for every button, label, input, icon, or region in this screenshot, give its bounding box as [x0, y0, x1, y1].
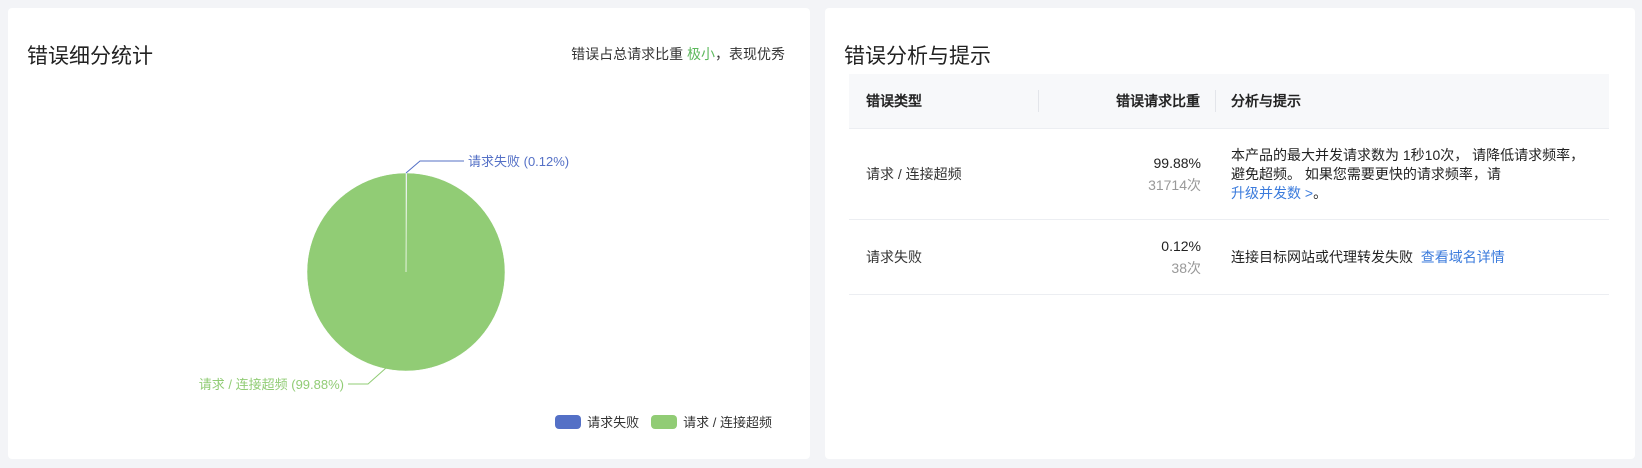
legend-label: 请求失败: [587, 415, 640, 430]
legend-swatch-rate-limit: [651, 414, 678, 429]
pie-label-rate-limit: 请求 / 连接超频 (99.88%): [199, 377, 344, 392]
legend-swatch-request-failed: [555, 414, 582, 429]
cell-analysis: 本产品的最大并发请求数为 1秒10次， 请降低请求频率，避免超频。 如果您需要更…: [1216, 129, 1609, 219]
legend-item-request-failed[interactable]: 请求失败: [555, 412, 639, 431]
pie-label-request-failed: 请求失败 (0.12%): [468, 154, 569, 169]
error-analysis-panel: 错误分析与提示 错误类型 错误请求比重 分析与提示 请求 / 连接超频 99.8…: [825, 8, 1635, 459]
table-header: 错误类型 错误请求比重 分析与提示: [849, 74, 1609, 129]
count-value: 31714次: [1148, 177, 1201, 193]
header-error-type: 错误类型: [849, 90, 1039, 112]
error-breakdown-panel: 错误细分统计 错误占总请求比重 极小，表现优秀 请求失败 (0.12%) 请求 /…: [8, 8, 810, 459]
table-row: 请求失败 0.12% 38次 连接目标网站或代理转发失败 查看域名详情: [849, 220, 1609, 295]
cell-analysis: 连接目标网站或代理转发失败 查看域名详情: [1216, 220, 1609, 294]
cell-error-type: 请求 / 连接超频: [866, 166, 962, 182]
error-pie-chart: 请求失败 (0.12%) 请求 / 连接超频 (99.88%): [199, 154, 569, 392]
header-analysis: 分析与提示: [1231, 93, 1301, 109]
upgrade-concurrency-link[interactable]: 升级并发数 >: [1231, 185, 1313, 201]
label-line-request-failed: [405, 160, 464, 174]
panel-title: 错误分析与提示: [844, 45, 991, 68]
chart-legend: 请求失败 请求 / 连接超频: [543, 412, 772, 431]
header-error-percent: 错误请求比重: [1039, 90, 1216, 112]
cell-error-percent: 0.12% 38次: [1039, 220, 1216, 294]
percent-value: 0.12%: [1161, 238, 1201, 254]
legend-item-rate-limit[interactable]: 请求 / 连接超频: [651, 412, 772, 431]
pie-slice-1[interactable]: [306, 172, 506, 372]
view-domain-details-link[interactable]: 查看域名详情: [1421, 249, 1505, 265]
cell-error-percent: 99.88% 31714次: [1039, 129, 1216, 219]
count-value: 38次: [1171, 260, 1201, 276]
analysis-body: 连接目标网站或代理转发失败: [1231, 248, 1413, 265]
percent-value: 99.88%: [1153, 155, 1201, 171]
cell-error-type: 请求失败: [866, 249, 922, 265]
error-analysis-table: 错误类型 错误请求比重 分析与提示 请求 / 连接超频 99.88% 31714…: [849, 74, 1609, 295]
analysis-tail: 。: [1313, 184, 1328, 201]
label-line-rate-limit: [348, 367, 387, 385]
analysis-text: 本产品的最大并发请求数为 1秒10次， 请降低请求频率，避免超频。 如果您需要更…: [1231, 146, 1589, 203]
table-row: 请求 / 连接超频 99.88% 31714次 本产品的最大并发请求数为 1秒1…: [849, 129, 1609, 220]
analysis-body: 本产品的最大并发请求数为 1秒10次， 请降低请求频率，避免超频。 如果您需要更…: [1231, 146, 1585, 182]
analysis-text: 连接目标网站或代理转发失败 查看域名详情: [1231, 248, 1589, 267]
legend-label: 请求 / 连接超频: [683, 415, 772, 430]
